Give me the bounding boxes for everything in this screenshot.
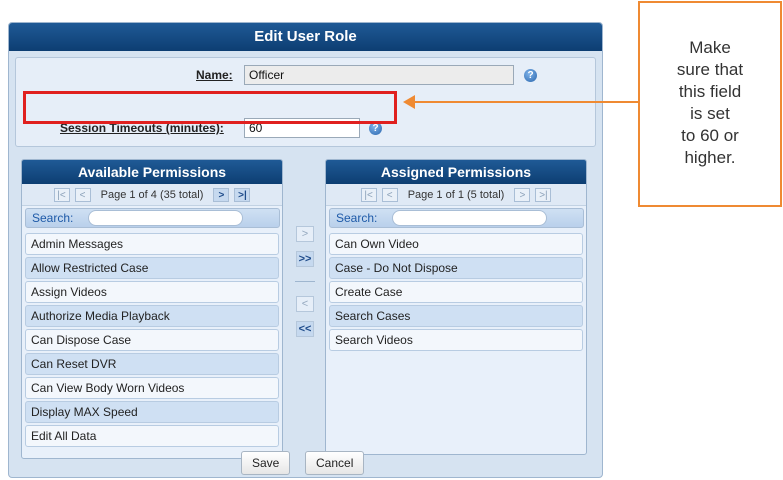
available-search-row: Search: (22, 206, 282, 230)
add-all-button[interactable]: >> (296, 251, 314, 267)
list-item[interactable]: Allow Restricted Case (25, 257, 279, 279)
list-item[interactable]: Can Own Video (329, 233, 583, 255)
callout-text: Make sure that this field is set to 60 o… (676, 38, 744, 167)
next-page-icon[interactable]: > (213, 188, 230, 203)
list-item[interactable]: Display MAX Speed (25, 401, 279, 423)
list-item[interactable]: Can Reset DVR (25, 353, 279, 375)
list-item[interactable]: Can Dispose Case (25, 329, 279, 351)
remove-all-button[interactable]: << (296, 321, 314, 337)
arrow-left-icon (403, 95, 415, 109)
first-page-icon[interactable]: |< (360, 188, 377, 203)
first-page-icon[interactable]: |< (53, 188, 70, 203)
assigned-permissions-list: Can Own Video Case - Do Not Dispose Crea… (326, 230, 586, 354)
name-field[interactable]: Officer (244, 65, 514, 85)
last-page-icon[interactable]: >| (535, 188, 552, 203)
prev-page-icon[interactable]: < (381, 188, 398, 203)
name-label: Name: (196, 68, 233, 82)
last-page-icon[interactable]: >| (234, 188, 251, 203)
pager-text: Page 1 of 1 (5 total) (407, 189, 505, 202)
list-item[interactable]: Edit All Data (25, 425, 279, 447)
list-item[interactable]: Search Cases (329, 305, 583, 327)
available-pager: |< < Page 1 of 4 (35 total) > >| (22, 184, 282, 206)
available-permissions-panel: Available Permissions |< < Page 1 of 4 (… (21, 159, 283, 459)
list-item[interactable]: Create Case (329, 281, 583, 303)
callout-arrow-line (413, 101, 638, 103)
remove-one-button[interactable]: < (296, 296, 314, 312)
save-button[interactable]: Save (241, 451, 291, 475)
assigned-permissions-panel: Assigned Permissions |< < Page 1 of 1 (5… (325, 159, 587, 455)
add-one-button[interactable]: > (296, 226, 314, 242)
assigned-pager: |< < Page 1 of 1 (5 total) > >| (326, 184, 586, 206)
list-item[interactable]: Search Videos (329, 329, 583, 351)
prev-page-icon[interactable]: < (74, 188, 91, 203)
transfer-divider (295, 281, 315, 282)
cancel-button[interactable]: Cancel (305, 451, 365, 475)
session-timeout-highlight (23, 91, 397, 124)
available-permissions-list: Admin Messages Allow Restricted Case Ass… (22, 230, 282, 450)
list-item[interactable]: Can View Body Worn Videos (25, 377, 279, 399)
next-page-icon[interactable]: > (514, 188, 531, 203)
assigned-search-row: Search: (326, 206, 586, 230)
assigned-permissions-title: Assigned Permissions (326, 160, 586, 184)
available-search-input[interactable] (88, 210, 243, 226)
available-permissions-title: Available Permissions (22, 160, 282, 184)
list-item[interactable]: Assign Videos (25, 281, 279, 303)
list-item[interactable]: Admin Messages (25, 233, 279, 255)
help-icon[interactable]: ? (524, 69, 537, 82)
pager-text: Page 1 of 4 (35 total) (100, 189, 204, 202)
assigned-search-input[interactable] (392, 210, 547, 226)
dialog-title: Edit User Role (9, 23, 602, 51)
list-item[interactable]: Authorize Media Playback (25, 305, 279, 327)
list-item[interactable]: Case - Do Not Dispose (329, 257, 583, 279)
instruction-callout: Make sure that this field is set to 60 o… (638, 1, 782, 207)
